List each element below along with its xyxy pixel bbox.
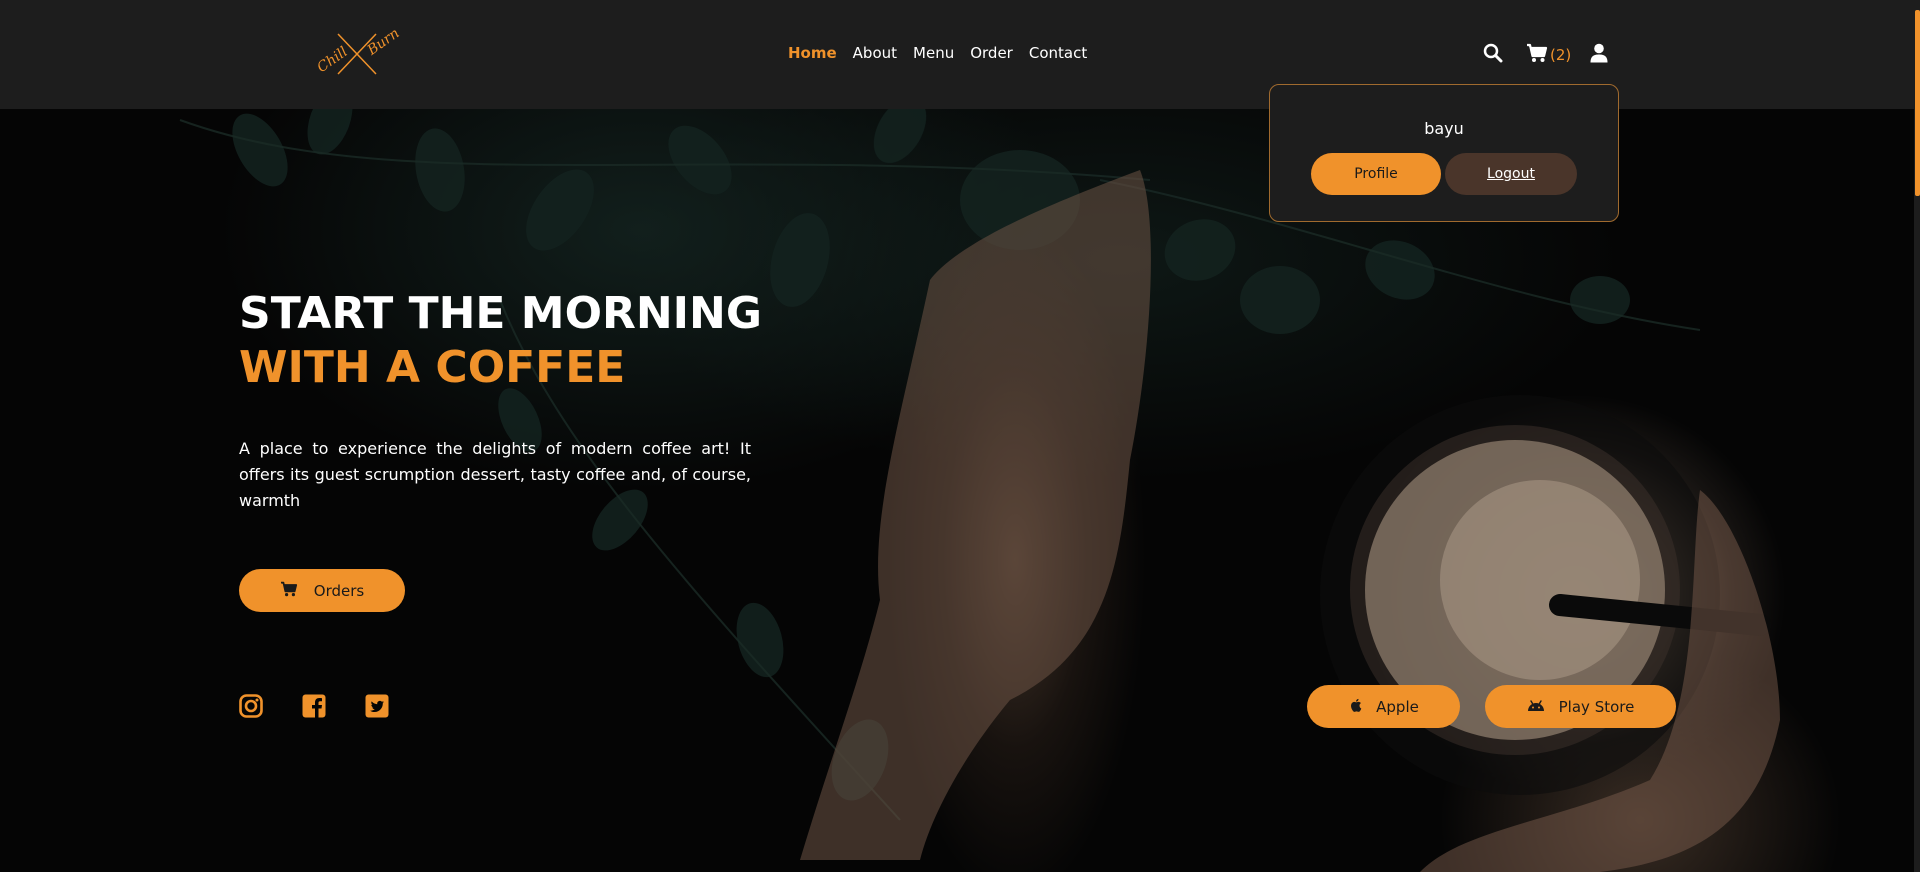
apple-store-button[interactable]: Apple bbox=[1307, 685, 1460, 728]
orders-button-label: Orders bbox=[313, 581, 365, 600]
instagram-icon[interactable] bbox=[239, 694, 263, 718]
brand-logo[interactable]: Chill Burn bbox=[314, 25, 406, 82]
logout-button[interactable]: Logout bbox=[1445, 153, 1577, 195]
profile-button[interactable]: Profile bbox=[1311, 153, 1441, 195]
user-icon[interactable] bbox=[1590, 43, 1608, 67]
apple-store-label: Apple bbox=[1376, 697, 1419, 716]
android-icon bbox=[1527, 698, 1545, 716]
play-store-button[interactable]: Play Store bbox=[1485, 685, 1676, 728]
hero-title-line-2: WITH A COFFEE bbox=[239, 342, 626, 393]
page-scrollbar-thumb[interactable] bbox=[1915, 10, 1920, 196]
main-nav: Home About Menu Order Contact bbox=[788, 44, 1087, 62]
nav-about[interactable]: About bbox=[853, 44, 897, 62]
nav-contact[interactable]: Contact bbox=[1029, 44, 1087, 62]
cart-icon bbox=[280, 581, 298, 601]
nav-home[interactable]: Home bbox=[788, 44, 837, 62]
nav-menu[interactable]: Menu bbox=[913, 44, 954, 62]
nav-order[interactable]: Order bbox=[970, 44, 1013, 62]
cart-button[interactable]: (2) bbox=[1526, 43, 1571, 67]
play-store-label: Play Store bbox=[1558, 697, 1635, 716]
facebook-icon[interactable] bbox=[302, 694, 326, 718]
twitter-icon[interactable] bbox=[365, 694, 389, 718]
search-icon[interactable] bbox=[1483, 43, 1503, 67]
hero-title-line-1: START THE MORNING bbox=[239, 288, 762, 339]
orders-button[interactable]: Orders bbox=[239, 569, 405, 612]
hero-description: A place to experience the delights of mo… bbox=[239, 439, 751, 510]
account-username: bayu bbox=[1424, 119, 1464, 138]
cart-icon bbox=[1526, 43, 1548, 67]
account-dropdown: bayu Profile Logout bbox=[1269, 84, 1619, 222]
site-header: Chill Burn Home About Menu Order Contact… bbox=[0, 0, 1920, 109]
cart-count: (2) bbox=[1550, 46, 1572, 64]
apple-icon bbox=[1348, 697, 1362, 717]
